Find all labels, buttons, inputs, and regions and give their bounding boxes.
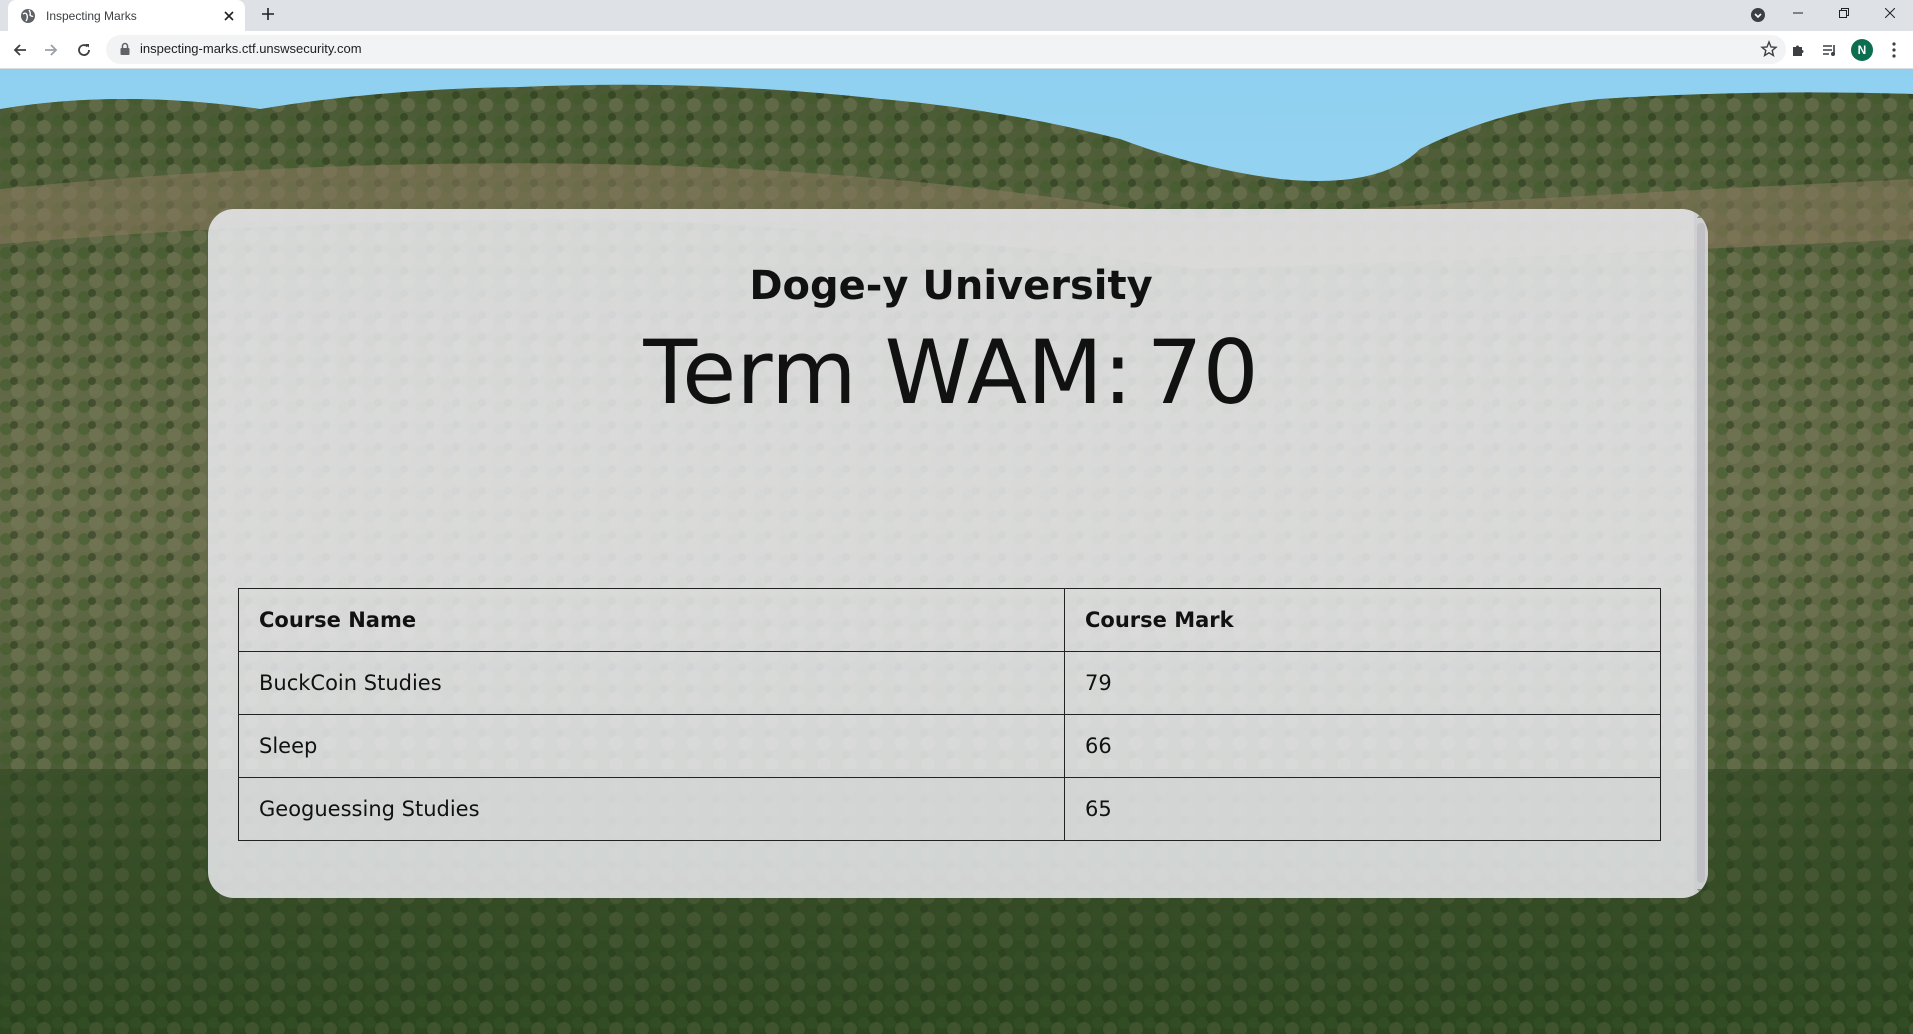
back-arrow-icon[interactable] xyxy=(8,38,32,62)
forward-arrow-icon[interactable] xyxy=(39,38,63,62)
course-mark-cell: 66 xyxy=(1064,714,1661,778)
window-controls xyxy=(1775,0,1913,31)
column-header-course-mark: Course Mark xyxy=(1064,588,1661,652)
university-name: Doge-y University xyxy=(749,263,1153,309)
menu-kebab-icon[interactable] xyxy=(1882,38,1906,62)
avatar: N xyxy=(1851,39,1873,61)
reading-list-icon[interactable] xyxy=(1818,38,1842,62)
tab-strip: Inspecting Marks xyxy=(0,0,1913,31)
restore-icon[interactable] xyxy=(1821,0,1867,26)
table-header-row: Course Name Course Mark xyxy=(238,588,1661,652)
profile-avatar[interactable]: N xyxy=(1850,38,1874,62)
marks-table: Course Name Course Mark BuckCoin Studies… xyxy=(238,588,1661,841)
tab-inspecting-marks[interactable]: Inspecting Marks xyxy=(8,0,245,31)
column-header-course-name: Course Name xyxy=(238,588,1065,652)
course-name-cell: Sleep xyxy=(238,714,1065,778)
close-tab-icon[interactable] xyxy=(221,8,237,24)
wam-label: Term WAM: xyxy=(643,321,1133,424)
table-row: Geoguessing Studies 65 xyxy=(238,777,1661,841)
term-wam: Term WAM: 70 xyxy=(208,329,1694,417)
close-window-icon[interactable] xyxy=(1867,0,1913,26)
new-tab-plus-icon[interactable] xyxy=(258,4,278,24)
bookmark-star-icon[interactable] xyxy=(1760,40,1778,58)
scrollbar-thumb[interactable] xyxy=(1697,223,1705,883)
table-row: Sleep 66 xyxy=(238,714,1661,778)
course-mark-cell: 65 xyxy=(1064,777,1661,841)
page-viewport: Doge-y University Term WAM: 70 Course Nam… xyxy=(0,69,1913,1034)
table-row: BuckCoin Studies 79 xyxy=(238,651,1661,715)
scroll-down-arrow-icon[interactable] xyxy=(1697,889,1705,894)
lock-icon xyxy=(120,42,130,55)
address-bar[interactable]: inspecting-marks.ctf.unswsecurity.com xyxy=(106,35,1786,64)
browser-chrome: Inspecting Marks inspecting-marks.ctf.un… xyxy=(0,0,1913,69)
tab-title: Inspecting Marks xyxy=(46,8,137,23)
course-mark-cell: 79 xyxy=(1064,651,1661,715)
toolbar: inspecting-marks.ctf.unswsecurity.com N xyxy=(0,31,1913,69)
wam-value: 70 xyxy=(1146,321,1259,424)
minimize-icon[interactable] xyxy=(1775,0,1821,26)
url-text: inspecting-marks.ctf.unswsecurity.com xyxy=(140,41,362,56)
tab-search-chevron-icon[interactable] xyxy=(1748,5,1768,25)
course-name-cell: BuckCoin Studies xyxy=(238,651,1065,715)
extensions-puzzle-icon[interactable] xyxy=(1786,38,1810,62)
reload-icon[interactable] xyxy=(72,38,96,62)
scroll-up-arrow-icon[interactable] xyxy=(1697,213,1705,218)
marks-card: Doge-y University Term WAM: 70 Course Nam… xyxy=(208,209,1708,898)
course-name-cell: Geoguessing Studies xyxy=(238,777,1065,841)
globe-icon xyxy=(21,8,35,23)
card-scrollbar[interactable] xyxy=(1694,209,1708,898)
